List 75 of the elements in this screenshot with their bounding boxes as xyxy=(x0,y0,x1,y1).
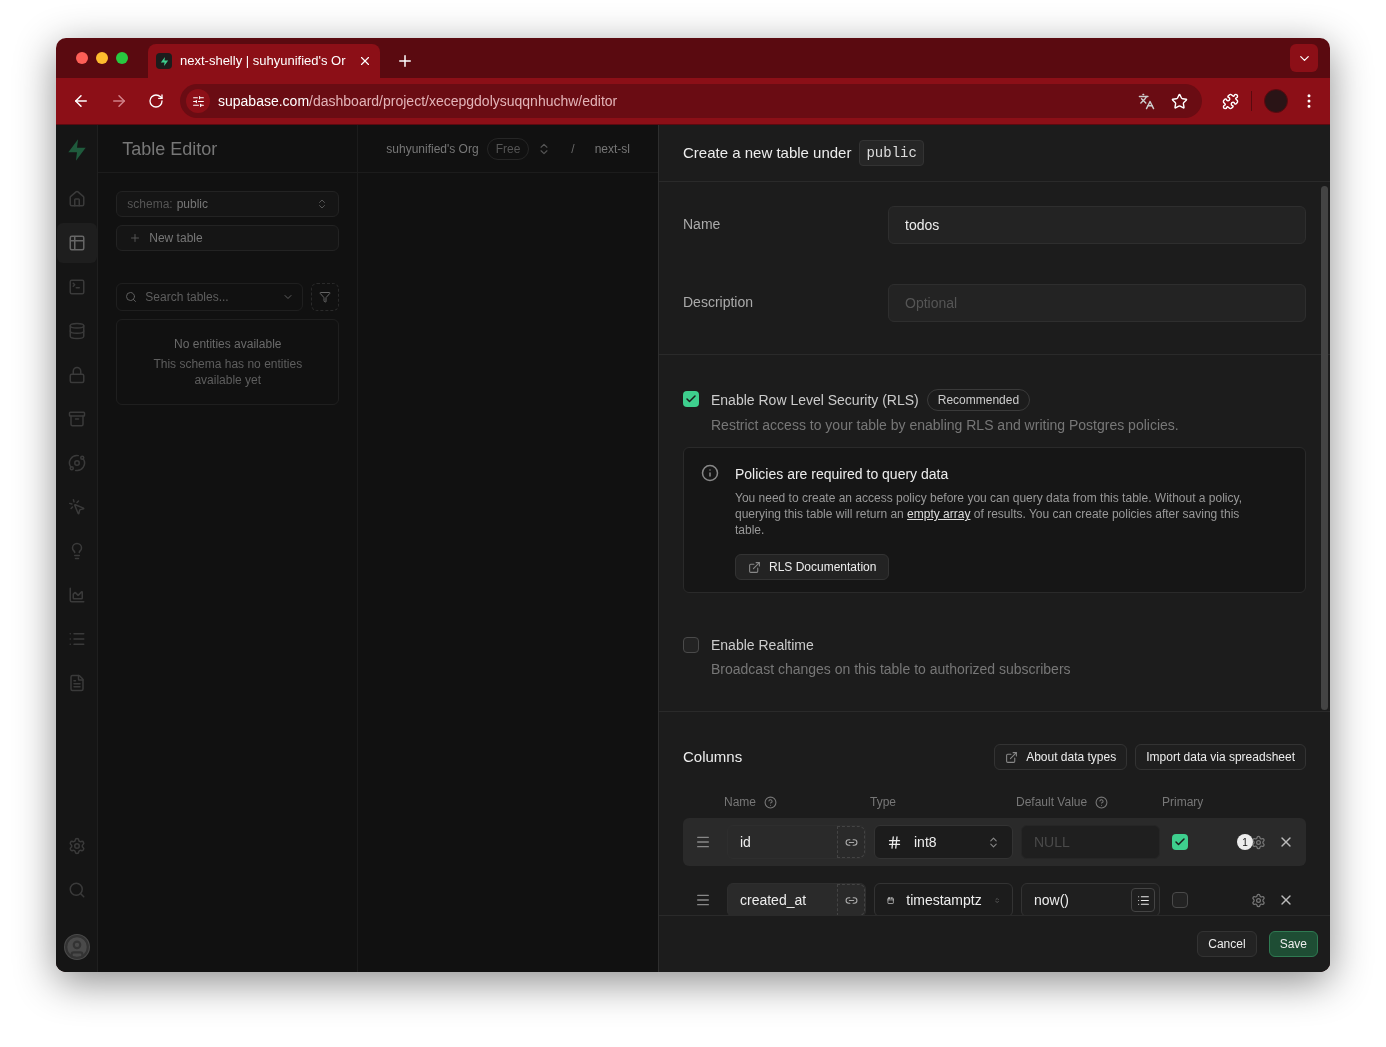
column-header: Type xyxy=(870,794,896,810)
help-icon[interactable] xyxy=(1095,795,1109,809)
notice-title: Policies are required to query data xyxy=(735,465,950,484)
settings-icon[interactable] xyxy=(1251,834,1266,850)
extensions-icon[interactable] xyxy=(1222,92,1239,110)
translate-icon[interactable] xyxy=(1138,92,1155,110)
column-header: Name xyxy=(724,794,756,810)
field-label: Name xyxy=(683,215,722,234)
empty-array-link[interactable]: empty array xyxy=(907,507,971,521)
help-icon[interactable] xyxy=(764,795,777,809)
filter-button[interactable] xyxy=(311,283,340,311)
checkbox[interactable] xyxy=(1172,892,1188,908)
url-text: supabase.com/dashboard/project/xecepgdolysuqqnhuchw/editor xyxy=(218,92,618,111)
reload-icon[interactable] xyxy=(148,93,164,109)
checkbox[interactable] xyxy=(1172,834,1188,850)
close-window-button[interactable] xyxy=(76,52,88,64)
column-header: Primary xyxy=(1162,794,1204,810)
drag-handle-icon[interactable] xyxy=(695,834,711,850)
list-icon[interactable] xyxy=(1136,893,1150,907)
realtime-description: Broadcast changes on this table to authorized subscribers xyxy=(711,660,1071,679)
rls-label: Enable Row Level Security (RLS) xyxy=(711,391,919,410)
checkbox[interactable] xyxy=(683,391,699,407)
rls-description: Restrict access to your table by enabling RLS and writing Postgres policies. xyxy=(711,416,1179,435)
type-select[interactable]: timestamptz xyxy=(874,883,1013,915)
chevron-icon xyxy=(987,835,1000,849)
plus-icon xyxy=(129,232,142,244)
data-types-button[interactable]: About data types xyxy=(994,744,1128,770)
org-name[interactable]: suhyunified's Org xyxy=(386,140,479,157)
close-tab-icon[interactable] xyxy=(358,54,372,68)
browser-tab[interactable]: next-shelly | suhyunified's Or xyxy=(148,44,380,78)
external-link-icon xyxy=(1005,750,1019,764)
site-settings-icon[interactable] xyxy=(191,94,205,108)
project-name[interactable]: next-sl xyxy=(594,140,630,157)
schema-select[interactable]: schema: public xyxy=(116,191,340,217)
scrollbar[interactable] xyxy=(1321,186,1328,710)
table-icon[interactable] xyxy=(56,223,97,263)
rls-docs-button[interactable]: RLS Documentation xyxy=(735,554,890,580)
name-input[interactable]: todos xyxy=(888,206,1306,244)
default-value-input[interactable]: now() xyxy=(1021,883,1160,915)
field-label: Description xyxy=(683,293,755,312)
columns-title: Columns xyxy=(683,746,744,767)
schema-code: public xyxy=(859,140,924,166)
bookmark-icon[interactable] xyxy=(1171,92,1188,110)
zoom-window-button[interactable] xyxy=(116,52,128,64)
cancel-button[interactable]: Cancel xyxy=(1197,931,1257,957)
column-name-input[interactable]: created_at xyxy=(727,883,866,915)
page-title: Table Editor xyxy=(122,137,218,161)
tab-title: next-shelly | suhyunified's Or xyxy=(180,52,347,71)
realtime-label: Enable Realtime xyxy=(711,636,815,655)
avatar-icon[interactable] xyxy=(63,934,90,960)
filter-icon xyxy=(319,291,332,303)
empty-title: No entities available xyxy=(174,336,282,352)
new-tab-icon[interactable] xyxy=(396,52,414,70)
sheet-title: Create a new table under xyxy=(683,142,852,163)
search-icon xyxy=(125,291,138,303)
breadcrumb-separator: / xyxy=(571,140,575,157)
save-button[interactable]: Save xyxy=(1268,931,1318,957)
forward-icon[interactable] xyxy=(110,92,128,110)
minimize-window-button[interactable] xyxy=(96,52,108,64)
empty-text: This schema has no entities available yet xyxy=(152,356,304,388)
external-link-icon xyxy=(748,560,761,574)
address-bar[interactable]: supabase.com/dashboard/project/xecepgdolysuqqnhuchw/editor xyxy=(180,84,1202,118)
hash-icon xyxy=(887,834,902,850)
column-header: Default Value xyxy=(1016,794,1088,810)
type-select[interactable]: int8 xyxy=(874,825,1013,859)
drag-handle-icon[interactable] xyxy=(695,892,711,908)
count-badge: 1 xyxy=(1237,834,1253,850)
notice-text: You need to create an access policy before you can query data from this table. Without a policy, querying this table will return an empty array of results. You can create policies after saving this table. xyxy=(735,490,1243,538)
new-table-button[interactable]: New table xyxy=(116,225,340,251)
import-button[interactable]: Import data via spreadsheet xyxy=(1135,744,1306,770)
checkbox[interactable] xyxy=(683,637,699,653)
back-icon[interactable] xyxy=(72,92,90,110)
column-name-input[interactable]: id xyxy=(727,825,866,859)
info-icon xyxy=(701,464,719,482)
tab-menu-button[interactable] xyxy=(1290,44,1318,72)
